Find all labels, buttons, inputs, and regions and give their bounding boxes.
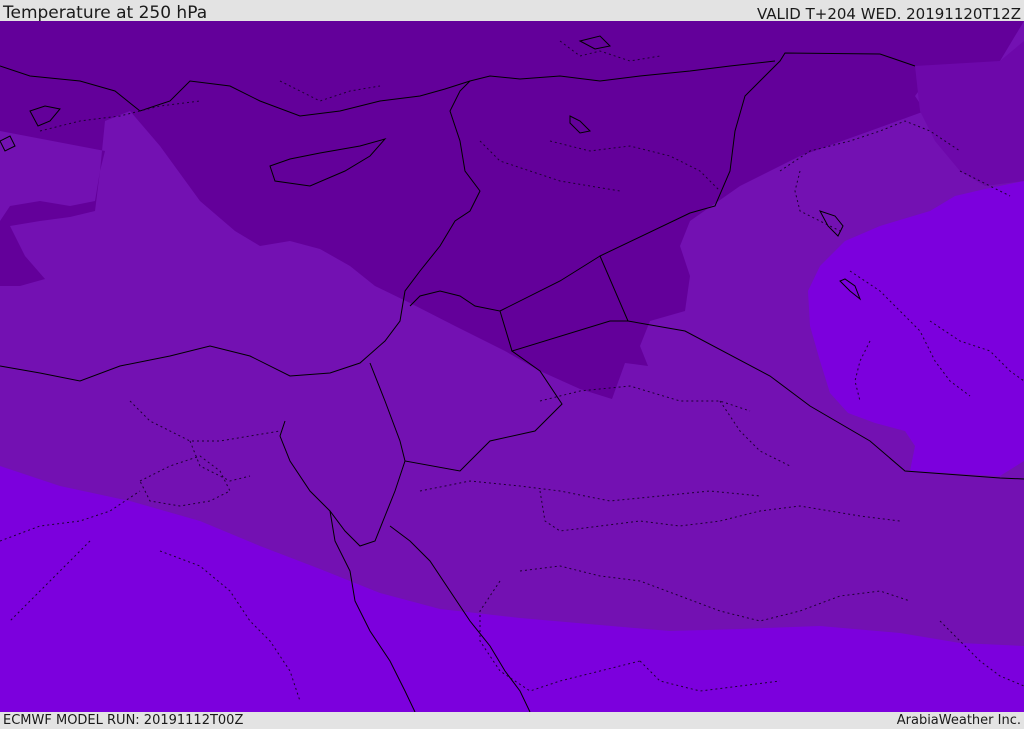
map-title: Temperature at 250 hPa (3, 3, 208, 23)
map-canvas (0, 21, 1024, 712)
temperature-map[interactable] (0, 21, 1024, 712)
map-header: Temperature at 250 hPa VALID T+204 WED. … (0, 0, 1024, 23)
map-footer: ECMWF MODEL RUN: 20191112T00Z ArabiaWeat… (0, 712, 1024, 729)
model-run-label: ECMWF MODEL RUN: 20191112T00Z (3, 713, 244, 728)
credit-label: ArabiaWeather Inc. (896, 713, 1021, 728)
